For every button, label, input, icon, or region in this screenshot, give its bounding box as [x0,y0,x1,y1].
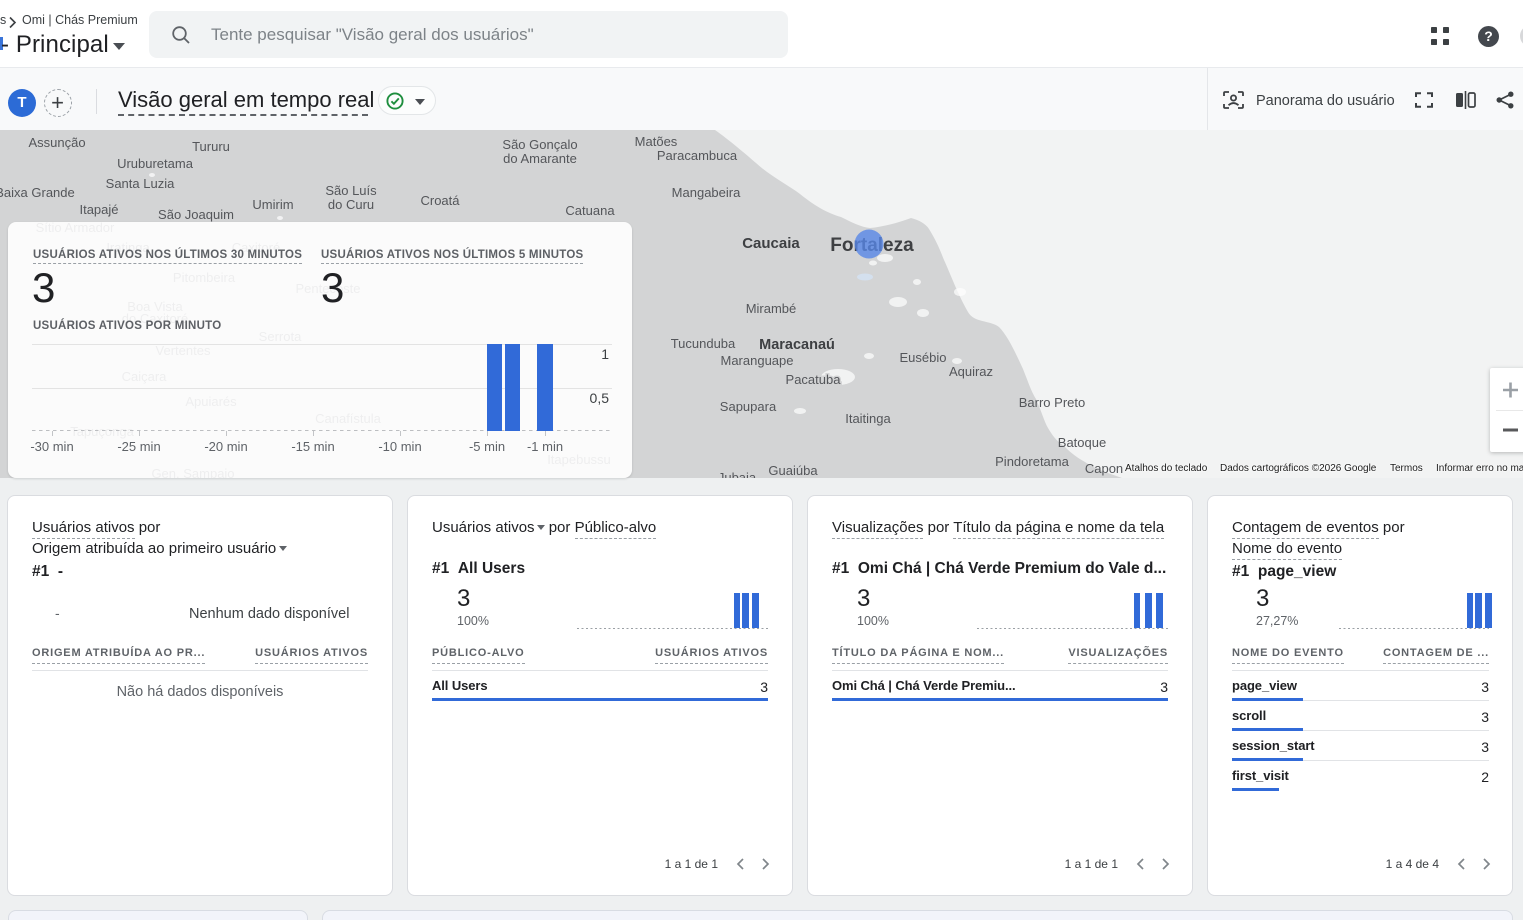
svg-text:Baixa Grande: Baixa Grande [0,185,75,200]
svg-text:do Curu: do Curu [328,197,374,212]
svg-text:São Luís: São Luís [325,183,377,198]
svg-text:Caucaia: Caucaia [742,235,800,252]
svg-text:Pacatuba: Pacatuba [786,372,842,387]
svg-text:Barro Preto: Barro Preto [1019,395,1085,410]
svg-text:Matões: Matões [635,134,678,149]
svg-text:Mirambé: Mirambé [746,301,797,316]
svg-text:Maranguape: Maranguape [721,353,794,368]
svg-text:Eusébio: Eusébio [900,350,947,365]
svg-text:São Gonçalo: São Gonçalo [502,137,577,152]
svg-text:Itaitinga: Itaitinga [845,411,891,426]
svg-text:Aquiraz: Aquiraz [949,364,993,379]
svg-text:Tururu: Tururu [192,139,230,154]
svg-text:São Joaquim: São Joaquim [158,207,234,222]
svg-text:Assunção: Assunção [28,135,85,150]
svg-text:do Amarante: do Amarante [503,151,577,166]
svg-text:Pindoretama: Pindoretama [995,454,1069,469]
svg-text:Mangabeira: Mangabeira [672,185,741,200]
svg-text:Uruburetama: Uruburetama [117,156,194,171]
svg-text:Catuana: Catuana [565,203,615,218]
svg-text:Sapupara: Sapupara [720,399,777,414]
svg-text:Santa Luzia: Santa Luzia [106,176,175,191]
svg-text:Tucunduba: Tucunduba [671,336,736,351]
svg-text:Batoque: Batoque [1058,435,1106,450]
svg-text:Guaiúba: Guaiúba [768,463,818,478]
svg-text:Paracambuca: Paracambuca [657,148,738,163]
svg-text:Umirim: Umirim [252,197,293,212]
svg-text:Maracanaú: Maracanaú [759,337,835,353]
svg-text:Capon: Capon [1085,461,1123,476]
svg-text:Itapajé: Itapajé [79,202,118,217]
svg-text:Jubaia: Jubaia [718,470,757,478]
svg-text:Croatá: Croatá [420,193,460,208]
